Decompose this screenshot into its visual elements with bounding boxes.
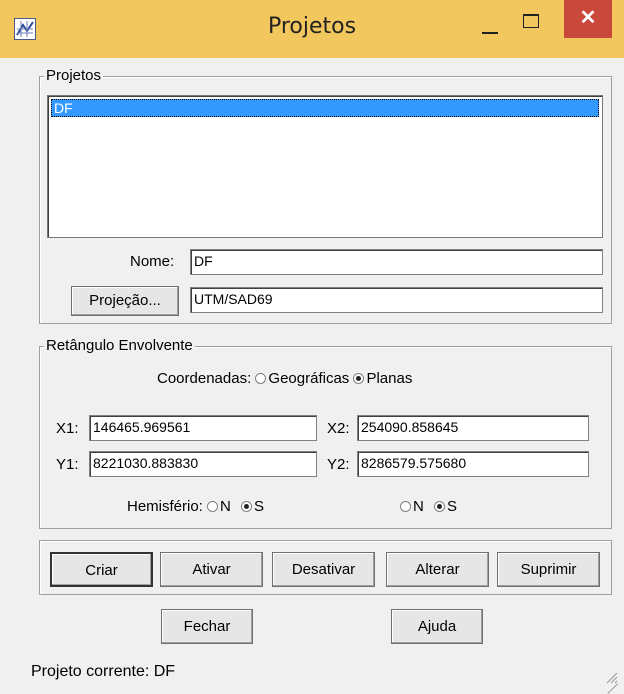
geograficas-label: Geográficas (268, 370, 350, 387)
hemisferio-2: N S (400, 498, 457, 515)
s-label: S (254, 498, 265, 515)
y2-label: Y2: (327, 456, 350, 473)
projecao-button[interactable]: Projeção... (71, 286, 179, 316)
list-item[interactable]: DF (51, 99, 599, 117)
y1-field[interactable]: 8221030.883830 (89, 451, 317, 477)
alterar-button[interactable]: Alterar (386, 552, 489, 587)
coordenadas-text: Coordenadas: (157, 370, 252, 387)
radio-hemisferio-1-s[interactable] (241, 500, 253, 512)
suprimir-button[interactable]: Suprimir (497, 552, 600, 587)
coordenadas-label: Coordenadas: Geográficas Planas (157, 370, 412, 387)
planas-label: Planas (366, 370, 413, 387)
minimize-icon[interactable] (476, 16, 504, 40)
fechar-button[interactable]: Fechar (161, 609, 253, 644)
nome-label: Nome: (130, 253, 175, 270)
hemisferio-1: Hemisfério: N S (127, 498, 264, 515)
nome-field[interactable]: DF (190, 249, 603, 275)
status-text: Projeto corrente: DF (31, 663, 176, 680)
desativar-button[interactable]: Desativar (272, 552, 375, 587)
radio-geograficas[interactable] (255, 372, 267, 384)
x2-field[interactable]: 254090.858645 (357, 415, 589, 441)
x2-label: X2: (327, 420, 350, 437)
retangulo-legend: Retângulo Envolvente (44, 337, 195, 354)
s-label-2: S (447, 498, 458, 515)
criar-button[interactable]: Criar (50, 552, 153, 587)
x1-label: X1: (56, 420, 79, 437)
ajuda-button[interactable]: Ajuda (391, 609, 483, 644)
projecao-field[interactable]: UTM/SAD69 (190, 287, 603, 313)
radio-planas[interactable] (353, 372, 365, 384)
close-icon[interactable]: ✕ (564, 0, 612, 38)
projetos-legend: Projetos (44, 67, 104, 84)
ativar-button[interactable]: Ativar (160, 552, 263, 587)
y1-label: Y1: (56, 456, 79, 473)
x1-field[interactable]: 146465.969561 (89, 415, 317, 441)
y2-field[interactable]: 8286579.575680 (357, 451, 589, 477)
n-label: N (220, 498, 231, 515)
projetos-listbox[interactable]: DF (47, 95, 603, 238)
hemisferio-label: Hemisfério: (127, 498, 203, 515)
radio-hemisferio-1-n[interactable] (207, 500, 219, 512)
radio-hemisferio-2-s[interactable] (434, 500, 446, 512)
maximize-icon[interactable] (519, 10, 543, 34)
n-label-2: N (413, 498, 424, 515)
radio-hemisferio-2-n[interactable] (400, 500, 411, 512)
resize-grip-icon[interactable] (604, 670, 618, 684)
